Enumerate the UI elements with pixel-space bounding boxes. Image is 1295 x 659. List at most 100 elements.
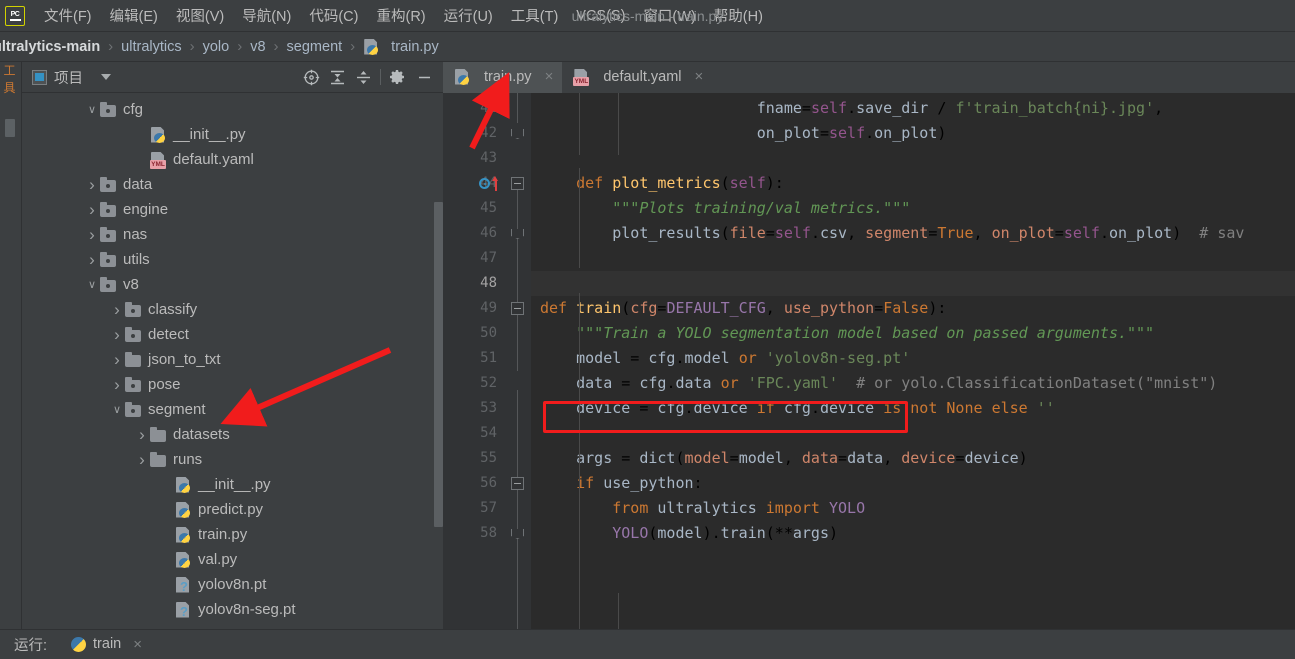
- line-number-46[interactable]: 46: [443, 221, 505, 246]
- breadcrumb-item-ultralytics[interactable]: ultralytics: [121, 39, 181, 55]
- code-line-53[interactable]: device = cfg.device if cfg.device is not…: [531, 396, 1295, 421]
- fold-collapse-icon[interactable]: [511, 177, 524, 190]
- tree-item-detect[interactable]: › detect: [22, 322, 443, 347]
- code-line-44[interactable]: def plot_metrics(self):: [531, 171, 1295, 196]
- tree-item-runs[interactable]: › runs: [22, 447, 443, 472]
- tool-stripe-chip[interactable]: [5, 119, 15, 137]
- line-number-51[interactable]: 51: [443, 346, 505, 371]
- line-number-54[interactable]: 54: [443, 421, 505, 446]
- collapse-all-button[interactable]: [350, 65, 376, 89]
- line-number-57[interactable]: 57: [443, 496, 505, 521]
- code-content[interactable]: fname=self.save_dir / f'train_batch{ni}.…: [531, 93, 1295, 629]
- code-editor[interactable]: 41 42 43 44 45 46 47 48 49 50 51 52 53 54 55 56 57 58 fna…: [443, 93, 1295, 629]
- close-icon[interactable]: ×: [695, 68, 704, 85]
- menu-edit[interactable]: 编辑(E): [101, 2, 167, 29]
- chevron-right-icon[interactable]: ›: [134, 450, 150, 470]
- close-icon[interactable]: ×: [133, 636, 142, 653]
- tree-item-yolov8n-seg-pt[interactable]: yolov8n-seg.pt: [22, 597, 443, 622]
- tree-item-engine[interactable]: › engine: [22, 197, 443, 222]
- chevron-right-icon[interactable]: ›: [109, 325, 125, 345]
- tree-item-cfg[interactable]: ∨ cfg: [22, 97, 443, 122]
- menu-run[interactable]: 运行(U): [435, 2, 502, 29]
- fold-region-end-icon[interactable]: [511, 227, 524, 240]
- tree-item-yolov8n-pt[interactable]: yolov8n.pt: [22, 572, 443, 597]
- menu-help[interactable]: 帮助(H): [705, 2, 772, 29]
- editor-tab-train-py[interactable]: train.py ×: [443, 62, 563, 93]
- code-folding-rail[interactable]: [505, 93, 531, 629]
- tree-item-predict-py[interactable]: predict.py: [22, 497, 443, 522]
- line-number-58[interactable]: 58: [443, 521, 505, 546]
- code-line-47[interactable]: [531, 246, 1295, 271]
- fold-collapse-icon[interactable]: [511, 477, 524, 490]
- fold-collapse-icon[interactable]: [511, 302, 524, 315]
- line-number-50[interactable]: 50: [443, 321, 505, 346]
- chevron-down-icon[interactable]: ∨: [109, 403, 125, 416]
- project-tree-scrollbar[interactable]: [434, 202, 443, 527]
- menu-file[interactable]: 文件(F): [35, 2, 101, 29]
- chevron-right-icon[interactable]: ›: [109, 375, 125, 395]
- chevron-right-icon[interactable]: ›: [134, 425, 150, 445]
- line-number-44[interactable]: 44: [443, 171, 505, 196]
- chevron-right-icon[interactable]: ›: [109, 300, 125, 320]
- tree-item-datasets[interactable]: › datasets: [22, 422, 443, 447]
- code-line-43[interactable]: [531, 146, 1295, 171]
- line-number-43[interactable]: 43: [443, 146, 505, 171]
- code-line-48[interactable]: [531, 271, 1295, 296]
- tree-item-json-to-txt[interactable]: › json_to_txt: [22, 347, 443, 372]
- tree-item--init-py[interactable]: __init__.py: [22, 472, 443, 497]
- chevron-right-icon[interactable]: ›: [84, 175, 100, 195]
- menu-window[interactable]: 窗口(W): [634, 2, 704, 29]
- line-number-45[interactable]: 45: [443, 196, 505, 221]
- tree-item-v8[interactable]: ∨ v8: [22, 272, 443, 297]
- breadcrumb-item-project[interactable]: ultralytics-main: [0, 39, 100, 55]
- tree-item--init-py[interactable]: __init__.py: [22, 122, 443, 147]
- chevron-right-icon[interactable]: ›: [84, 250, 100, 270]
- menu-view[interactable]: 视图(V): [167, 2, 233, 29]
- line-number-53[interactable]: 53: [443, 396, 505, 421]
- breadcrumb-item-segment[interactable]: segment: [287, 39, 343, 55]
- code-line-50[interactable]: """Train a YOLO segmentation model based…: [531, 321, 1295, 346]
- chevron-down-icon[interactable]: ∨: [84, 278, 100, 291]
- editor-tab-default-yaml[interactable]: default.yaml ×: [562, 62, 712, 93]
- breadcrumb-item-yolo[interactable]: yolo: [203, 39, 230, 55]
- chevron-right-icon[interactable]: ›: [109, 350, 125, 370]
- tree-item-segment[interactable]: ∨ segment: [22, 397, 443, 422]
- project-tab[interactable]: 项目: [32, 67, 83, 88]
- line-number-48[interactable]: 48: [443, 271, 505, 296]
- project-file-tree[interactable]: ∨cfg__init__.pydefault.yaml›data›engine›…: [22, 93, 443, 629]
- tree-item-utils[interactable]: › utils: [22, 247, 443, 272]
- expand-all-button[interactable]: [324, 65, 350, 89]
- line-number-56[interactable]: 56: [443, 471, 505, 496]
- code-line-45[interactable]: """Plots training/val metrics.""": [531, 196, 1295, 221]
- code-line-57[interactable]: from ultralytics import YOLO: [531, 496, 1295, 521]
- breadcrumb-item-file[interactable]: train.py: [363, 39, 439, 55]
- tree-item-nas[interactable]: › nas: [22, 222, 443, 247]
- tool-stripe-label[interactable]: 工 具: [1, 64, 18, 102]
- chevron-right-icon[interactable]: ›: [84, 200, 100, 220]
- tree-item-train-py[interactable]: train.py: [22, 522, 443, 547]
- breadcrumb-item-v8[interactable]: v8: [250, 39, 265, 55]
- code-line-49[interactable]: def train(cfg=DEFAULT_CFG, use_python=Fa…: [531, 296, 1295, 321]
- line-number-52[interactable]: 52: [443, 371, 505, 396]
- hide-panel-button[interactable]: [411, 65, 437, 89]
- menu-vcs[interactable]: VCS(S): [567, 5, 634, 27]
- chevron-right-icon[interactable]: ›: [84, 225, 100, 245]
- close-icon[interactable]: ×: [545, 68, 554, 85]
- run-configuration-tab[interactable]: train ×: [71, 636, 142, 653]
- code-line-46[interactable]: plot_results(file=self.csv, segment=True…: [531, 221, 1295, 246]
- code-line-52[interactable]: data = cfg.data or 'FPC.yaml' # or yolo.…: [531, 371, 1295, 396]
- tree-item-val-py[interactable]: val.py: [22, 547, 443, 572]
- menu-navigate[interactable]: 导航(N): [233, 2, 300, 29]
- tree-item-classify[interactable]: › classify: [22, 297, 443, 322]
- line-number-47[interactable]: 47: [443, 246, 505, 271]
- menu-code[interactable]: 代码(C): [300, 2, 367, 29]
- chevron-down-icon[interactable]: ∨: [84, 103, 100, 116]
- chevron-down-icon[interactable]: [101, 74, 111, 80]
- line-number-42[interactable]: 42: [443, 121, 505, 146]
- code-line-58[interactable]: YOLO(model).train(**args): [531, 521, 1295, 546]
- code-line-54[interactable]: [531, 421, 1295, 446]
- code-line-42[interactable]: on_plot=self.on_plot): [531, 121, 1295, 146]
- code-line-41[interactable]: fname=self.save_dir / f'train_batch{ni}.…: [531, 96, 1295, 121]
- code-line-55[interactable]: args = dict(model=model, data=data, devi…: [531, 446, 1295, 471]
- line-number-55[interactable]: 55: [443, 446, 505, 471]
